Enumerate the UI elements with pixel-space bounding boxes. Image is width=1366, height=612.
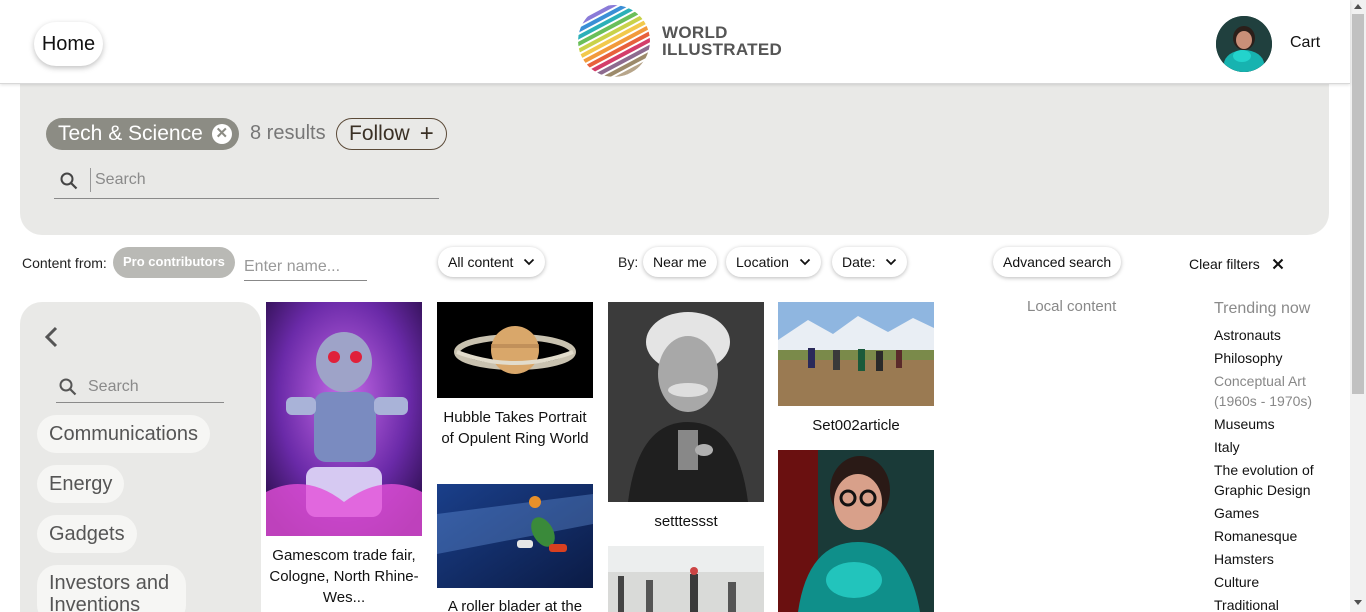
clear-filters-button[interactable]: Clear filters	[1189, 256, 1284, 272]
near-me-label: Near me	[653, 254, 707, 270]
top-header: Home WORLD ILLUSTRATED Cart	[0, 0, 1350, 84]
scroll-up-arrow-icon[interactable]	[1354, 4, 1362, 9]
home-button[interactable]: Home	[34, 22, 103, 66]
page: Home WORLD ILLUSTRATED Cart Tech & Scien…	[0, 0, 1366, 612]
article-card[interactable]	[437, 484, 593, 588]
article-caption[interactable]: Gamescom trade fair, Cologne, North Rhin…	[266, 545, 422, 608]
search-icon	[59, 378, 77, 401]
trending-title: Trending now	[1214, 300, 1311, 317]
follow-label: Follow	[349, 122, 410, 145]
trending-item[interactable]: Philosophy	[1214, 348, 1344, 368]
scrollbar-thumb[interactable]	[1352, 14, 1364, 394]
sidebar-search-input[interactable]	[88, 376, 218, 398]
date-label: Date:	[842, 254, 876, 270]
all-content-dropdown[interactable]: All content	[438, 247, 546, 277]
back-chevron-icon[interactable]	[44, 326, 60, 353]
article-thumbnail[interactable]	[778, 302, 934, 406]
article-caption[interactable]: Hubble Takes Portrait of Opulent Ring Wo…	[437, 407, 593, 449]
chevron-down-icon	[524, 258, 535, 266]
article-thumbnail[interactable]	[266, 302, 422, 536]
article-card[interactable]	[608, 546, 764, 612]
advanced-search-button[interactable]: Advanced search	[993, 247, 1122, 277]
search-divider	[90, 168, 91, 192]
article-thumbnail[interactable]	[778, 450, 934, 612]
local-content-label[interactable]: Local content	[1027, 298, 1116, 315]
logo-line-1: WORLD	[662, 23, 728, 42]
category-energy[interactable]: Energy	[37, 465, 125, 503]
article-caption[interactable]: Set002article	[778, 415, 934, 436]
trending-item[interactable]: Culture	[1214, 572, 1344, 592]
cart-link[interactable]: Cart	[1290, 34, 1320, 52]
by-label: By:	[618, 254, 639, 270]
near-me-button[interactable]: Near me	[643, 247, 717, 277]
trending-item[interactable]: Games	[1214, 503, 1344, 523]
trending-item[interactable]: The evolution of Graphic Design	[1214, 460, 1344, 500]
logo-globe-icon	[578, 5, 650, 77]
all-content-label: All content	[448, 254, 514, 270]
article-caption[interactable]: A roller blader at the	[437, 596, 593, 612]
article-caption[interactable]: setttessst	[608, 511, 764, 532]
topic-search-input[interactable]	[95, 168, 425, 192]
trending-item[interactable]: Astronauts	[1214, 325, 1344, 345]
user-avatar[interactable]	[1216, 16, 1272, 72]
clear-filters-label: Clear filters	[1189, 256, 1260, 272]
logo-text: WORLD ILLUSTRATED	[662, 24, 782, 58]
follow-button[interactable]: Follow +	[336, 118, 447, 150]
article-thumbnail[interactable]	[608, 302, 764, 502]
article-card[interactable]	[437, 302, 593, 398]
site-logo[interactable]: WORLD ILLUSTRATED	[578, 5, 782, 77]
location-dropdown[interactable]: Location	[726, 247, 821, 277]
article-card[interactable]	[608, 302, 764, 502]
content-from-label: Content from:	[22, 255, 107, 271]
trending-item[interactable]: Italy	[1214, 437, 1344, 457]
sidebar-search	[56, 372, 224, 403]
topic-search	[54, 164, 439, 199]
page-scrollbar[interactable]	[1350, 0, 1366, 612]
trending-item[interactable]: Romanesque	[1214, 526, 1344, 546]
topic-panel	[20, 84, 1329, 235]
chevron-down-icon	[799, 258, 811, 266]
trending-item[interactable]: Hamsters	[1214, 549, 1344, 569]
advanced-search-label: Advanced search	[1003, 254, 1112, 270]
category-communications[interactable]: Communications	[37, 415, 210, 453]
trending-item[interactable]: Traditional	[1214, 595, 1344, 612]
article-thumbnail[interactable]	[437, 484, 593, 588]
topic-chip[interactable]: Tech & Science ✕	[46, 118, 239, 150]
contributor-name-input[interactable]	[244, 253, 367, 281]
pro-contributors-chip[interactable]: Pro contributors	[113, 247, 235, 278]
article-thumbnail[interactable]	[437, 302, 593, 398]
category-gadgets[interactable]: Gadgets	[37, 515, 137, 553]
topic-name: Tech & Science	[58, 122, 203, 145]
article-card[interactable]	[778, 302, 934, 406]
close-icon	[1272, 258, 1284, 270]
logo-line-2: ILLUSTRATED	[662, 40, 783, 59]
chevron-down-icon	[886, 258, 897, 266]
article-card[interactable]	[778, 450, 934, 612]
scroll-down-arrow-icon[interactable]	[1354, 600, 1362, 605]
category-investors-and-inventions[interactable]: Investors and Inventions	[37, 565, 186, 612]
results-count: 8 results	[250, 122, 326, 144]
article-card[interactable]	[266, 302, 422, 536]
date-dropdown[interactable]: Date:	[832, 247, 908, 277]
plus-icon: +	[419, 120, 434, 147]
search-icon	[60, 172, 78, 195]
remove-topic-icon[interactable]: ✕	[211, 124, 232, 144]
location-label: Location	[736, 254, 789, 270]
trending-item[interactable]: Museums	[1214, 414, 1344, 434]
trending-item[interactable]: Conceptual Art (1960s - 1970s)	[1214, 371, 1324, 411]
article-thumbnail[interactable]	[608, 546, 764, 612]
